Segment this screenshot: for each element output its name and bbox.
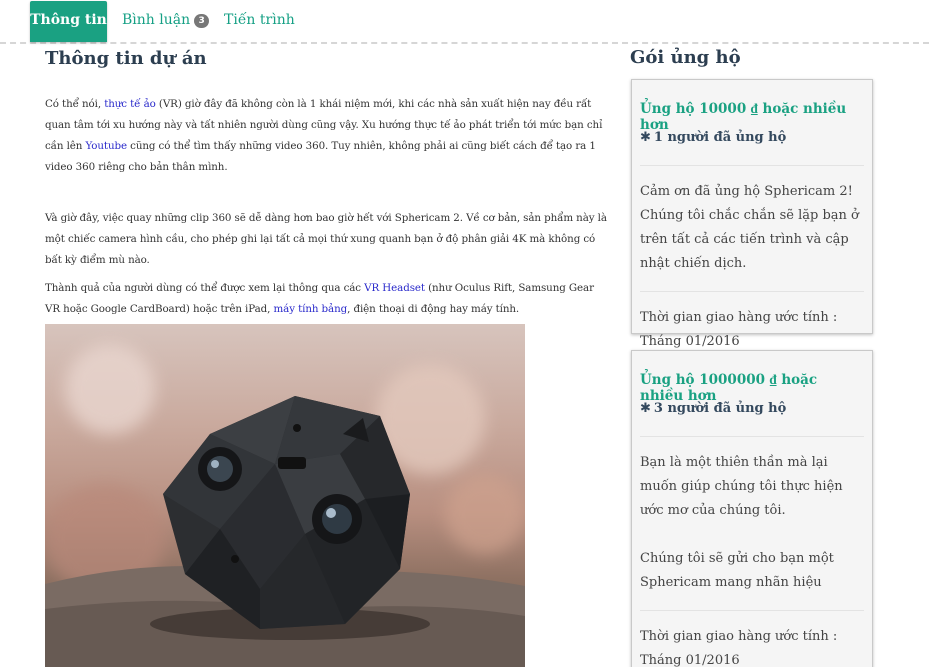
tab-info[interactable]: Thông tin	[30, 1, 107, 42]
text-segment: Thành quả của người dùng có thể được xem…	[45, 282, 365, 294]
tab-progress-label: Tiến trình	[224, 12, 295, 28]
asterisk-icon: ✱	[640, 401, 651, 416]
link-vr-headset[interactable]: VR Headset	[364, 282, 425, 294]
text-segment: Có thể nói,	[45, 98, 105, 110]
text-segment: , điện thoại di động hay máy tính.	[347, 303, 520, 315]
link-tablet[interactable]: máy tính bảng	[274, 303, 348, 315]
delivery-label: Thời gian giao hàng ước tính :	[640, 629, 838, 644]
link-vr[interactable]: thực tế ảo	[104, 98, 156, 110]
reward-card[interactable]: Ủng hộ 1000000 ₫ hoặc nhiều hơn ✱ 3 người…	[631, 350, 873, 667]
tab-info-label: Thông tin	[30, 12, 107, 28]
project-info-section: Thông tin dự án Có thể nói, thực tế ảo (…	[45, 45, 610, 320]
tab-progress[interactable]: Tiến trình	[224, 1, 295, 42]
page-title: Thông tin dự án	[45, 48, 207, 69]
tab-bar: Thông tin Bình luận 3 Tiến trình	[0, 0, 929, 44]
delivery-label: Thời gian giao hàng ước tính :	[640, 310, 838, 325]
reward-description: Bạn là một thiên thần mà lại muốn giúp c…	[640, 437, 864, 610]
paragraph-sphericam: Và giờ đây, việc quay những clip 360 sẽ …	[45, 212, 607, 266]
backers-count: ✱ 1 người đã ủng hộ	[640, 130, 864, 165]
delivery-info: Thời gian giao hàng ước tính : Tháng 01/…	[640, 611, 864, 667]
reward-description-part: Bạn là một thiên thần mà lại muốn giúp c…	[640, 455, 843, 518]
reward-amount[interactable]: Ủng hộ 1000000 ₫ hoặc nhiều hơn	[640, 351, 864, 404]
backers-label: 3 người đã ủng hộ	[653, 401, 787, 416]
asterisk-icon: ✱	[640, 130, 651, 145]
sphericam-camera-icon	[45, 396, 525, 667]
paragraph-viewing: Thành quả của người dùng có thể được xem…	[45, 278, 610, 320]
tab-comments-label: Bình luận	[122, 12, 191, 28]
delivery-date: Tháng 01/2016	[640, 653, 740, 667]
sidebar-title: Gói ủng hộ	[630, 47, 741, 68]
reward-amount[interactable]: Ủng hộ 10000 ₫ hoặc nhiều hơn	[640, 80, 864, 133]
reward-description-part: Chúng tôi sẽ gửi cho bạn một Sphericam m…	[640, 551, 834, 590]
comments-count-badge: 3	[194, 14, 210, 28]
backers-label: 1 người đã ủng hộ	[653, 130, 787, 145]
sphericam-product-photo	[45, 324, 525, 667]
reward-description: Cảm ơn đã ủng hộ Sphericam 2! Chúng tôi …	[640, 184, 859, 271]
reward-card[interactable]: Ủng hộ 10000 ₫ hoặc nhiều hơn ✱ 1 người đ…	[631, 79, 873, 349]
delivery-info: Thời gian giao hàng ước tính : Tháng 01/…	[640, 292, 864, 354]
paragraph-intro: Có thể nói, thực tế ảo (VR) giờ đây đã k…	[45, 94, 610, 178]
backers-count: ✱ 3 người đã ủng hộ	[640, 401, 864, 436]
text-segment: cũng có thể tìm thấy những video 360. Tu…	[45, 140, 596, 173]
link-youtube[interactable]: Youtube	[85, 140, 127, 152]
tab-comments[interactable]: Bình luận 3	[122, 1, 210, 42]
